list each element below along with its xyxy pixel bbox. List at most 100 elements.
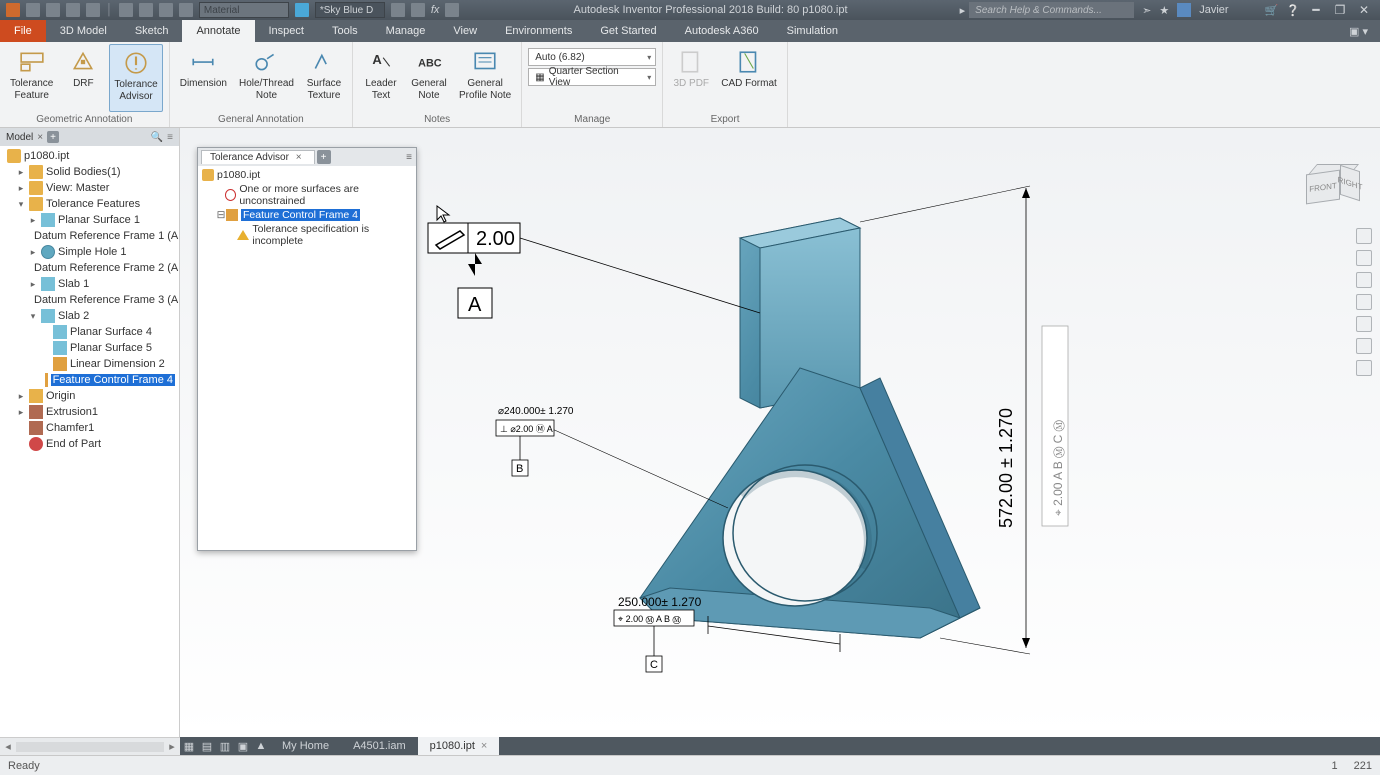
3d-pdf-button[interactable]: 3D PDF: [669, 44, 713, 112]
advisor-item[interactable]: One or more surfaces are unconstrained: [200, 182, 414, 208]
advisor-item[interactable]: ⊟Feature Control Frame 4: [200, 208, 414, 222]
favorite-icon[interactable]: ★: [1159, 4, 1169, 17]
undo-icon[interactable]: [66, 3, 80, 17]
tree-node[interactable]: Datum Reference Frame 3 (A: [0, 292, 179, 308]
drf-button[interactable]: DRF: [61, 44, 105, 112]
tree-node[interactable]: Planar Surface 5: [0, 340, 179, 356]
add-advisor-tab[interactable]: +: [317, 150, 331, 164]
minimize-button[interactable]: ━: [1308, 3, 1324, 17]
section-view-dropdown[interactable]: ▦ Quarter Section View: [528, 68, 656, 86]
view-up-icon[interactable]: ▲: [252, 738, 270, 754]
cart-icon[interactable]: 🛒: [1265, 4, 1279, 17]
qat-icon-4[interactable]: [391, 3, 405, 17]
tab-annotate[interactable]: Annotate: [182, 20, 254, 42]
qat-icon-1[interactable]: [139, 3, 153, 17]
tree-node[interactable]: ▸View: Master: [0, 180, 179, 196]
close-advisor-tab[interactable]: ×: [292, 152, 306, 163]
view-layout-4[interactable]: ▣: [234, 738, 252, 754]
qat-icon-3[interactable]: [179, 3, 193, 17]
tab-manage[interactable]: Manage: [372, 20, 440, 42]
home-icon[interactable]: [119, 3, 133, 17]
search-help-input[interactable]: Search Help & Commands...: [969, 2, 1134, 18]
tree-node[interactable]: ▸Slab 1: [0, 276, 179, 292]
view-layout-1[interactable]: ▦: [180, 738, 198, 754]
ribbon-options-icon[interactable]: ▣ ▾: [1349, 25, 1368, 38]
tree-node[interactable]: Linear Dimension 2: [0, 356, 179, 372]
tree-node[interactable]: Datum Reference Frame 2 (A: [0, 260, 179, 276]
tree-node[interactable]: ▸Origin: [0, 388, 179, 404]
tree-root[interactable]: p1080.ipt: [0, 148, 179, 164]
tab-simulation[interactable]: Simulation: [773, 20, 852, 42]
tree-node[interactable]: End of Part: [0, 436, 179, 452]
material-dropdown[interactable]: Material: [199, 2, 289, 18]
tree-node[interactable]: ▾Tolerance Features: [0, 196, 179, 212]
close-tab-icon[interactable]: ×: [37, 132, 43, 143]
appearance-dropdown[interactable]: *Sky Blue D: [315, 2, 385, 18]
pan-icon[interactable]: [1356, 250, 1372, 266]
tab-environments[interactable]: Environments: [491, 20, 586, 42]
zoom-icon[interactable]: [1356, 272, 1372, 288]
save-icon[interactable]: [46, 3, 60, 17]
tree-node[interactable]: ▸Simple Hole 1: [0, 244, 179, 260]
qat-icon-2[interactable]: [159, 3, 173, 17]
browser-hscroll[interactable]: ◂▸: [0, 737, 180, 755]
tab-sketch[interactable]: Sketch: [121, 20, 183, 42]
surface-texture-button[interactable]: Surface Texture: [302, 44, 346, 112]
doc-tab[interactable]: A4501.iam: [341, 737, 418, 755]
tree-node[interactable]: Datum Reference Frame 1 (A: [0, 228, 179, 244]
nav-wheel-icon[interactable]: [1356, 228, 1372, 244]
tab-inspect[interactable]: Inspect: [255, 20, 318, 42]
tree-node[interactable]: ▾Slab 2: [0, 308, 179, 324]
nav-icon-6[interactable]: [1356, 338, 1372, 354]
tree-node[interactable]: ▸Solid Bodies(1): [0, 164, 179, 180]
restore-button[interactable]: ❐: [1332, 3, 1348, 17]
lookat-icon[interactable]: [1356, 316, 1372, 332]
advisor-item[interactable]: Tolerance specification is incomplete: [200, 222, 414, 248]
orbit-icon[interactable]: [1356, 294, 1372, 310]
side-fcf[interactable]: ⌖ 2.00 A B Ⓜ C Ⓜ: [1042, 326, 1068, 526]
tree-node[interactable]: Planar Surface 4: [0, 324, 179, 340]
open-icon[interactable]: [26, 3, 40, 17]
auto-scale-dropdown[interactable]: Auto (6.82): [528, 48, 656, 66]
tab-get-started[interactable]: Get Started: [586, 20, 670, 42]
doc-tab[interactable]: p1080.ipt ×: [418, 737, 500, 755]
qat-icon-6[interactable]: [445, 3, 459, 17]
user-avatar-icon[interactable]: [1177, 3, 1191, 17]
menu-icon[interactable]: ≡: [167, 132, 173, 143]
general-note-button[interactable]: ABC General Note: [407, 44, 451, 112]
view-cube[interactable]: FRONT RIGHT: [1306, 164, 1362, 208]
tolerance-advisor-button[interactable]: Tolerance Advisor: [109, 44, 162, 112]
cad-format-button[interactable]: CAD Format: [717, 44, 781, 112]
qat-icon-5[interactable]: [411, 3, 425, 17]
app-icon[interactable]: [6, 3, 20, 17]
tree-node[interactable]: ▸Planar Surface 1: [0, 212, 179, 228]
appearance-swatch[interactable]: [295, 3, 309, 17]
model-tree[interactable]: p1080.ipt▸Solid Bodies(1)▸View: Master▾T…: [0, 146, 179, 737]
nav-icon-7[interactable]: [1356, 360, 1372, 376]
search-icon[interactable]: 🔍: [151, 132, 163, 143]
hole-thread-note-button[interactable]: Hole/Thread Note: [235, 44, 298, 112]
flatness-fcf[interactable]: 2.00 A: [428, 223, 520, 318]
advisor-tree[interactable]: p1080.iptOne or more surfaces are uncons…: [198, 166, 416, 250]
tab-tools[interactable]: Tools: [318, 20, 372, 42]
file-tab[interactable]: File: [0, 20, 46, 42]
tolerance-feature-button[interactable]: Tolerance Feature: [6, 44, 57, 112]
tab-view[interactable]: View: [439, 20, 491, 42]
advisor-root[interactable]: p1080.ipt: [200, 168, 414, 182]
close-button[interactable]: ✕: [1356, 3, 1372, 17]
advisor-menu-icon[interactable]: ≡: [402, 152, 416, 163]
doc-tab[interactable]: My Home: [270, 737, 341, 755]
redo-icon[interactable]: [86, 3, 100, 17]
view-layout-2[interactable]: ▤: [198, 738, 216, 754]
add-tab-icon[interactable]: +: [47, 131, 59, 143]
help-icon[interactable]: ❔: [1286, 4, 1300, 17]
signin-arrow-icon[interactable]: ➣: [1142, 4, 1151, 17]
tab-autodesk-a360[interactable]: Autodesk A360: [671, 20, 773, 42]
tree-node[interactable]: ▸Extrusion1: [0, 404, 179, 420]
tree-node[interactable]: Chamfer1: [0, 420, 179, 436]
advisor-tab[interactable]: Tolerance Advisor ×: [201, 150, 315, 164]
hole-dimension[interactable]: ⌀240.000± 1.270 ⊥ ⌀2.00 Ⓜ A B: [496, 406, 728, 508]
view-layout-3[interactable]: ▥: [216, 738, 234, 754]
leader-text-button[interactable]: A Leader Text: [359, 44, 403, 112]
general-profile-note-button[interactable]: General Profile Note: [455, 44, 515, 112]
